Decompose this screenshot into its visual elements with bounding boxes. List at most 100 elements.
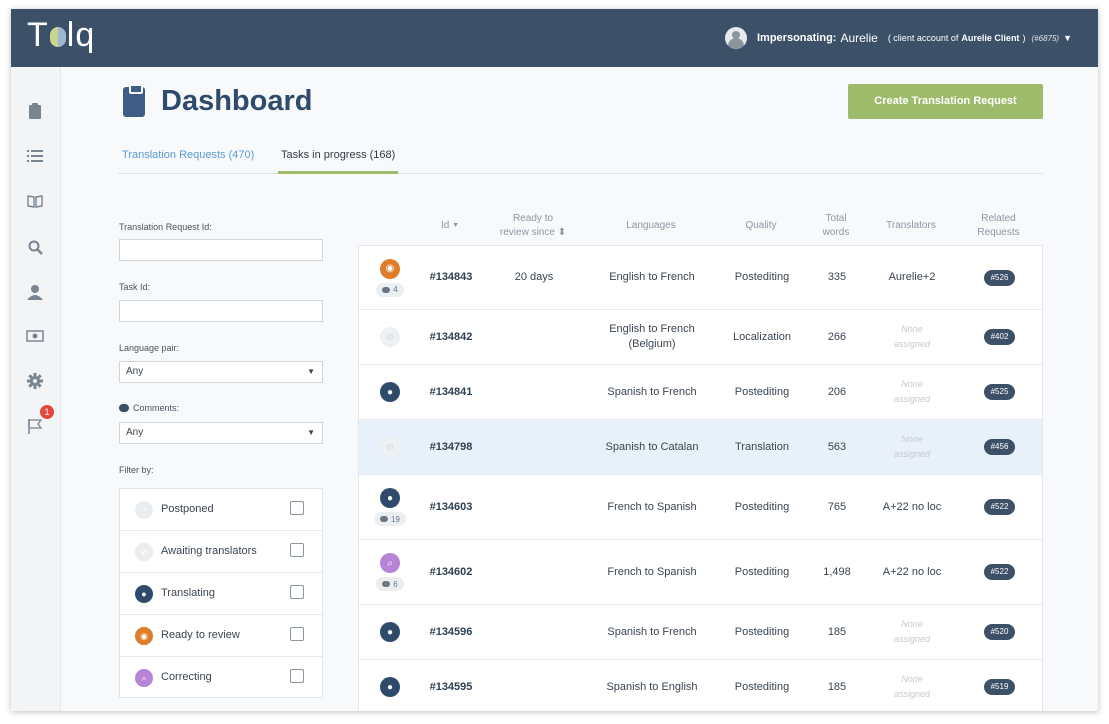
task-id[interactable]: #134841 xyxy=(421,365,481,419)
comment-icon xyxy=(119,404,129,412)
quality: Postediting xyxy=(734,500,790,513)
book-icon[interactable] xyxy=(26,194,44,212)
related-request[interactable]: #525 xyxy=(957,365,1042,419)
related-request-badge[interactable]: #520 xyxy=(983,624,1016,640)
total-words: 1,498 xyxy=(823,565,851,578)
status-cell: ● 19 xyxy=(359,475,421,539)
status-filter-review[interactable]: ◉ Ready to review xyxy=(120,615,322,657)
table-row[interactable]: ⊘ #134842 English to French (Belgium) Locali… xyxy=(359,310,1042,365)
table-row[interactable]: ◉ 4 #134843 20 days English to French Postedi… xyxy=(359,246,1042,310)
task-id[interactable]: #134842 xyxy=(421,310,481,364)
tr-id-input[interactable] xyxy=(119,239,323,261)
comments-select[interactable]: Any ▼ xyxy=(119,422,323,444)
task-id[interactable]: #134798 xyxy=(421,420,481,474)
related-request-badge[interactable]: #456 xyxy=(983,439,1016,455)
chevron-down-icon: ▼ xyxy=(307,367,315,376)
ready-since xyxy=(481,420,587,474)
status-filter-awaiting[interactable]: ⊘ Awaiting translators xyxy=(120,531,322,573)
table-row[interactable]: ● #134595 Spanish to English Postediting 185… xyxy=(359,660,1042,711)
impersonating-label: Impersonating: xyxy=(757,32,837,44)
impersonation-menu[interactable]: Impersonating: Aurelie ( client account … xyxy=(725,27,1072,49)
related-request-badge[interactable]: #402 xyxy=(983,329,1016,345)
table-header: Id ▼ Ready to review since ⬍ Languages Qu… xyxy=(358,207,1043,245)
chevron-down-icon[interactable]: ▼ xyxy=(1063,33,1072,43)
create-translation-request-button[interactable]: Create Translation Request xyxy=(848,84,1043,119)
clipboard-icon xyxy=(123,84,145,117)
status-filter-translating[interactable]: ● Translating xyxy=(120,573,322,615)
gear-icon[interactable] xyxy=(26,373,44,391)
language-pair-select[interactable]: Any ▼ xyxy=(119,361,323,383)
translators: Aurelie+2 xyxy=(888,271,936,283)
correcting-checkbox[interactable] xyxy=(290,669,304,683)
quality: Postediting xyxy=(734,625,790,638)
review-icon: ◉ xyxy=(380,258,400,279)
task-id-input[interactable] xyxy=(119,300,323,322)
tab-translation-requests[interactable]: Translation Requests (470) xyxy=(122,147,254,174)
clipboard-icon[interactable] xyxy=(26,103,44,121)
table-row[interactable]: ⌕ 6 #134602 French to Spanish Postediting 1,4… xyxy=(359,540,1042,605)
status-filter-postponed[interactable]: ◔ Postponed xyxy=(120,489,322,531)
eye-icon: ◉ xyxy=(135,627,153,645)
table-row[interactable]: ● #134841 Spanish to French Postediting 206 N… xyxy=(359,365,1042,420)
ready-since xyxy=(481,605,587,659)
languages: English to French xyxy=(609,271,695,283)
correcting-icon: ⌕ xyxy=(135,669,153,687)
related-request[interactable]: #520 xyxy=(957,605,1042,659)
related-request-badge[interactable]: #519 xyxy=(983,679,1016,695)
search-icon[interactable] xyxy=(26,240,44,258)
flag-icon[interactable] xyxy=(26,418,44,436)
col-related-header: Related Requests xyxy=(977,213,1020,238)
languages: French to Spanish xyxy=(607,565,697,578)
related-request[interactable]: #402 xyxy=(957,310,1042,364)
languages: Spanish to French xyxy=(607,385,697,398)
task-id[interactable]: #134596 xyxy=(421,605,481,659)
col-languages-header: Languages xyxy=(626,220,676,231)
main-content: Dashboard Create Translation Request Tra… xyxy=(61,67,1098,711)
total-words: 206 xyxy=(827,385,847,398)
task-id[interactable]: #134602 xyxy=(421,540,481,604)
logo[interactable]: Tlq xyxy=(27,16,95,55)
review-checkbox[interactable] xyxy=(290,627,304,641)
translating-checkbox[interactable] xyxy=(290,585,304,599)
col-ready-header[interactable]: Ready to review since ⬍ xyxy=(480,207,586,245)
account-prefix: ( client account of xyxy=(887,33,959,43)
table-row[interactable]: ● #134596 Spanish to French Postediting 185 N… xyxy=(359,605,1042,660)
task-id[interactable]: #134595 xyxy=(421,660,481,711)
related-request-badge[interactable]: #522 xyxy=(983,499,1016,515)
table-row[interactable]: ⊘ #134798 Spanish to Catalan Translation 563… xyxy=(359,420,1042,475)
related-request[interactable]: #526 xyxy=(957,246,1042,309)
postponed-checkbox[interactable] xyxy=(290,501,304,515)
col-id-header[interactable]: Id ▼ xyxy=(420,207,480,245)
col-words-header: Total words xyxy=(822,213,850,238)
col-quality-header: Quality xyxy=(745,220,777,231)
related-request-badge[interactable]: #525 xyxy=(983,384,1016,400)
page-title: Dashboard xyxy=(161,85,313,117)
related-request[interactable]: #519 xyxy=(957,660,1042,711)
tab-tasks-in-progress[interactable]: Tasks in progress (168) xyxy=(278,147,399,174)
awaiting-checkbox[interactable] xyxy=(290,543,304,557)
status-cell: ⊘ xyxy=(359,310,421,364)
related-request[interactable]: #456 xyxy=(957,420,1042,474)
language-pair-label: Language pair: xyxy=(119,343,180,353)
user-icon[interactable] xyxy=(26,284,44,302)
task-id[interactable]: #134603 xyxy=(421,475,481,539)
comments-label: Comments: xyxy=(119,403,179,413)
table-row[interactable]: ● 19 #134603 French to Spanish Postediting 76… xyxy=(359,475,1042,540)
related-request[interactable]: #522 xyxy=(957,475,1042,539)
list-icon[interactable] xyxy=(26,149,44,167)
translators: None assigned xyxy=(893,379,931,404)
status-cell: ⌕ 6 xyxy=(359,540,421,604)
related-request-badge[interactable]: #522 xyxy=(983,564,1016,580)
languages: French to Spanish xyxy=(607,500,697,513)
app-window: Tlq Impersonating: Aurelie ( client acco… xyxy=(11,9,1098,711)
account-name: Aurelie Client xyxy=(961,33,1020,43)
task-id[interactable]: #134843 xyxy=(421,246,481,309)
ready-since xyxy=(481,475,587,539)
related-request-badge[interactable]: #526 xyxy=(983,269,1016,286)
status-cell: ◉ 4 xyxy=(359,246,421,309)
status-cell: ● xyxy=(359,605,421,659)
ready-since xyxy=(481,540,587,604)
status-filter-correcting[interactable]: ⌕ Correcting xyxy=(120,657,322,699)
related-request[interactable]: #522 xyxy=(957,540,1042,604)
money-icon[interactable] xyxy=(26,329,44,347)
